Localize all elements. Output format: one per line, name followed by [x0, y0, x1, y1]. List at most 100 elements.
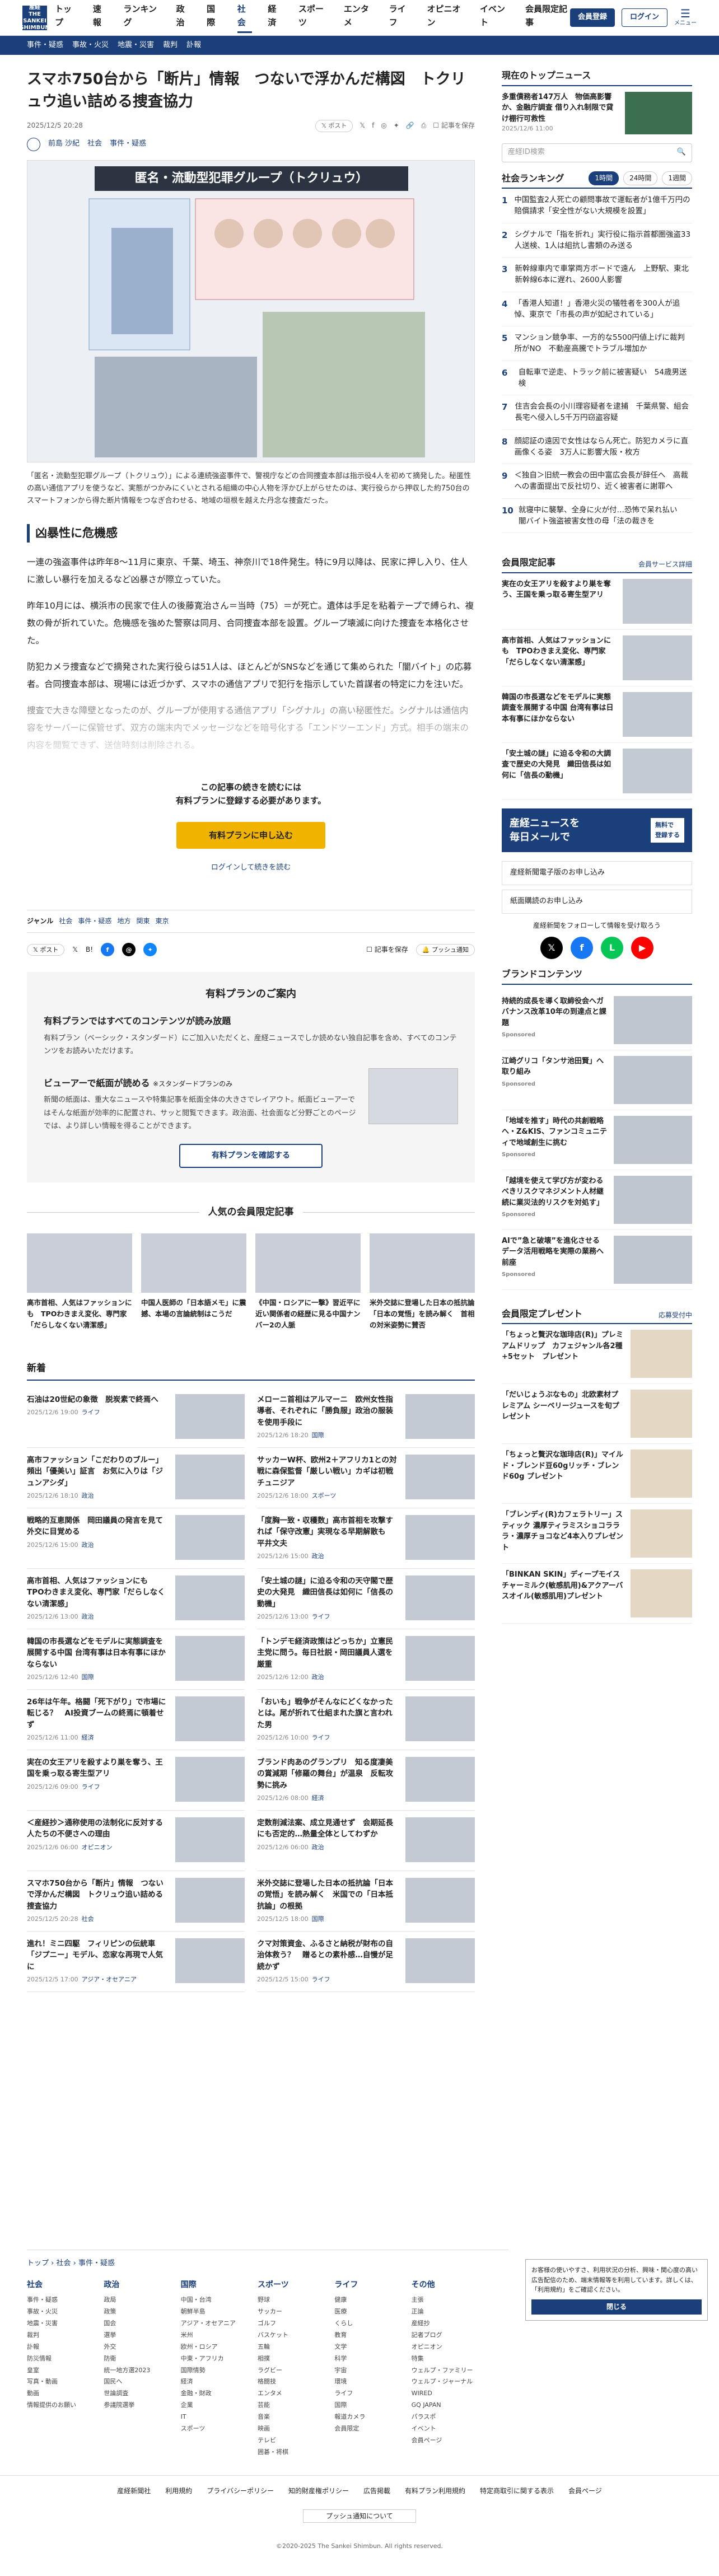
- news-item[interactable]: 米外交誌に登場した日本の抵抗論「日本の覚悟」を読み解く 米国での「日本抵抗論」の…: [257, 1871, 475, 1932]
- sitemap-link[interactable]: 中東・アフリカ: [181, 2353, 246, 2365]
- sitemap-link[interactable]: 訃報: [27, 2341, 92, 2353]
- sitemap-link[interactable]: 選挙: [104, 2330, 169, 2341]
- member-item[interactable]: 「安土城の謎」に迫る令和の大調査で歴史の大発見 織田信長は如何に「信長の動機」: [502, 743, 692, 800]
- sitemap-link[interactable]: 記者ブログ: [412, 2330, 477, 2341]
- link-icon[interactable]: 🔗: [406, 120, 414, 131]
- sitemap-link[interactable]: スポーツ: [181, 2423, 246, 2435]
- sitemap-link[interactable]: 特集: [412, 2353, 477, 2365]
- sitemap-link[interactable]: 政策: [104, 2306, 169, 2318]
- brand-item[interactable]: 持続的成長を導く取締役会へガバナンス改革10年の到達点と課題 Sponsored: [502, 990, 692, 1050]
- news-item[interactable]: 韓国の市長選などをモデルに実態調査を展開する中国 台湾有事は日本有事にほかならな…: [27, 1629, 245, 1690]
- footer-link[interactable]: 知的財産権ポリシー: [288, 2486, 349, 2496]
- sitemap-link[interactable]: 産経抄: [412, 2318, 477, 2330]
- member-item[interactable]: 高市首相、人気はファッションにも TPOわきまえ変化、専門家「だらしなくない清潔…: [502, 630, 692, 686]
- sitemap-link[interactable]: 会員ページ: [412, 2435, 477, 2447]
- sitemap-link[interactable]: 文学: [334, 2341, 400, 2353]
- sitemap-link[interactable]: 会員限定: [334, 2423, 400, 2435]
- popular-card[interactable]: 米外交誌に登場した日本の抵抗論「日本の覚悟」を読み解く 首相の対米姿勢に賛否: [370, 1233, 475, 1331]
- member-item[interactable]: 実在の女王アリを殺すより巣を奪う、王国を乗っ取る寄生型アリ: [502, 573, 692, 630]
- ranking-tab[interactable]: 24時間: [623, 171, 658, 185]
- sitemap-link[interactable]: エンタメ: [258, 2388, 323, 2400]
- nav-item[interactable]: 国際: [207, 2, 222, 33]
- sitemap-heading[interactable]: スポーツ: [258, 2279, 323, 2291]
- crumb-item[interactable]: トップ: [27, 2259, 49, 2268]
- youtube-icon[interactable]: ▶: [631, 936, 653, 959]
- news-item[interactable]: ＜産経抄＞通称使用の法制化に反対する人たちの不便さへの理由 2025/12/6 0…: [27, 1811, 245, 1872]
- news-category[interactable]: 経済: [82, 1734, 94, 1741]
- sitemap-link[interactable]: 事件・疑惑: [27, 2294, 92, 2306]
- ranking-item[interactable]: 5 マンション競争率、一方的な5500円値上げに裁判所がNO 不動産高騰でトラブル…: [502, 326, 692, 361]
- news-item[interactable]: 「おいも」戦争がそんなにどくなかったとは。尾が折れて仕組まれた旗と言われた男 20…: [257, 1690, 475, 1751]
- sitemap-heading[interactable]: 政治: [104, 2279, 169, 2291]
- nav-item[interactable]: イベント: [480, 2, 510, 33]
- sitemap-heading[interactable]: ライフ: [334, 2279, 400, 2291]
- news-category[interactable]: 国際: [312, 1915, 324, 1923]
- sitemap-link[interactable]: 企業: [181, 2400, 246, 2411]
- category-link[interactable]: 社会: [87, 138, 102, 150]
- news-category[interactable]: 国際: [312, 1432, 324, 1439]
- sitemap-link[interactable]: 教育: [334, 2330, 400, 2341]
- subscribe-button[interactable]: 有料プランに申し込む: [176, 822, 325, 849]
- sitemap-link[interactable]: ライフ: [334, 2388, 400, 2400]
- news-item[interactable]: 定数削減法案、成立見通せず 会期延長にも否定的…熱量全体としてわずか 2025/1…: [257, 1811, 475, 1872]
- sitemap-link[interactable]: 五輪: [258, 2341, 323, 2353]
- news-category[interactable]: ライフ: [82, 1409, 100, 1416]
- ranking-item[interactable]: 2 シグナルで「指を折れ」実行役に指示首都圏強盗33人送検、1人は組抗し書類のみ送…: [502, 223, 692, 258]
- genre-tag[interactable]: 東京: [155, 916, 169, 927]
- threads-icon[interactable]: @: [122, 943, 136, 957]
- ranking-item[interactable]: 9 ＜独自＞旧統一教会の田中富広会長が辞任へ 高裁への書面提出で反社切り、近く被害…: [502, 464, 692, 499]
- ranking-item[interactable]: 1 中国監査2人死亡の顧問事故で運転者が1億千万円の賠償請求「安全性がない大規模を…: [502, 189, 692, 223]
- news-item[interactable]: サッカーW杯、欧州2＋アフリカ1との対戦に森保監督「厳しい戦い」カギは初戦チュニ…: [257, 1448, 475, 1509]
- x-icon[interactable]: 𝕏: [360, 120, 365, 131]
- footer-link[interactable]: 利用規約: [165, 2486, 192, 2496]
- news-category[interactable]: 国際: [82, 1673, 94, 1681]
- nav-item[interactable]: 社会: [237, 2, 253, 33]
- sitemap-link[interactable]: 科学: [334, 2353, 400, 2365]
- nav-item[interactable]: 政治: [176, 2, 192, 33]
- footer-link[interactable]: 広告掲載: [363, 2486, 390, 2496]
- member-more-link[interactable]: 会員サービス詳細: [638, 559, 692, 570]
- news-category[interactable]: 政治: [312, 1673, 324, 1681]
- nav-item[interactable]: 会員限定記事: [525, 2, 570, 33]
- sitemap-link[interactable]: 国際: [334, 2400, 400, 2411]
- sitemap-link[interactable]: 金融・財政: [181, 2388, 246, 2400]
- sitemap-link[interactable]: 情報提供のお願い: [27, 2400, 92, 2411]
- facebook-icon[interactable]: f: [372, 120, 374, 131]
- sitemap-link[interactable]: 芸能: [258, 2400, 323, 2411]
- x-post-button[interactable]: 𝕏 ポスト: [27, 943, 65, 956]
- sitemap-link[interactable]: オピニオン: [412, 2341, 477, 2353]
- sitemap-link[interactable]: パラスポ: [412, 2411, 477, 2423]
- popular-card[interactable]: 高市首相、人気はファッションにも TPOわきまえ変化、専門家「だらしなくない清潔…: [27, 1233, 132, 1331]
- ranking-item[interactable]: 7 住吉会会長の小川理容疑者を逮捕 千葉県警、組会長宅へ侵入し5千万円窃盗容疑: [502, 395, 692, 430]
- subnav-item[interactable]: 事件・疑惑: [27, 40, 63, 52]
- sitemap-link[interactable]: WIRED: [412, 2388, 477, 2400]
- search-input[interactable]: 産経ID検索 🔍: [502, 143, 692, 162]
- ranking-item[interactable]: 10 就寝中に襲撃、全身に火が付…恐怖で呆れ払い 闇バイト強盗被害女性の母「法の裁…: [502, 499, 692, 534]
- news-category[interactable]: ライフ: [312, 1734, 330, 1741]
- bluesky-icon[interactable]: ✦: [143, 943, 157, 957]
- sitemap-link[interactable]: 相撲: [258, 2353, 323, 2365]
- present-item[interactable]: 「だいじょうぶなもの」北欧素材プレミアム シーベリージュースを旬プレゼント: [502, 1384, 692, 1444]
- x-post-button[interactable]: 𝕏 ポスト: [315, 120, 353, 132]
- nav-item[interactable]: オピニオン: [427, 2, 464, 33]
- brand-item[interactable]: 「地域を推す」時代の共創戦略へ・Z&KIS、ファンコミュニティで地域創生に挑む S…: [502, 1110, 692, 1170]
- sitemap-link[interactable]: 宇宙: [334, 2365, 400, 2377]
- sitemap-link[interactable]: 動画: [27, 2388, 92, 2400]
- nav-item[interactable]: ライフ: [389, 2, 412, 33]
- hatena-icon[interactable]: B!: [86, 945, 93, 955]
- sitemap-heading[interactable]: その他: [412, 2279, 477, 2291]
- bluesky-icon[interactable]: ✦: [394, 120, 399, 131]
- sitemap-link[interactable]: 写真・動画: [27, 2376, 92, 2388]
- sitemap-link[interactable]: 報道カメラ: [334, 2411, 400, 2423]
- sitemap-link[interactable]: 防災情報: [27, 2353, 92, 2365]
- subnav-item[interactable]: 地震・災害: [118, 40, 154, 52]
- line-icon[interactable]: ◎: [381, 120, 386, 131]
- present-item[interactable]: 「ちょっと贅沢な珈琲店(R)」プレミアムドリップ カフェジャンル各2種+5セット…: [502, 1324, 692, 1385]
- news-item[interactable]: 高市ファッション「こだわりのブルー」頻出「優美い」証言 お気に入りは「ジュンアシ…: [27, 1448, 245, 1509]
- footer-link[interactable]: 有料プラン利用規約: [405, 2486, 465, 2496]
- facebook-icon[interactable]: f: [571, 936, 593, 959]
- sitemap-heading[interactable]: 国際: [181, 2279, 246, 2291]
- ranking-tab[interactable]: 1時間: [589, 171, 619, 185]
- crumb-item[interactable]: 事件・疑惑: [78, 2259, 115, 2268]
- sitemap-link[interactable]: 朝鮮半島: [181, 2306, 246, 2318]
